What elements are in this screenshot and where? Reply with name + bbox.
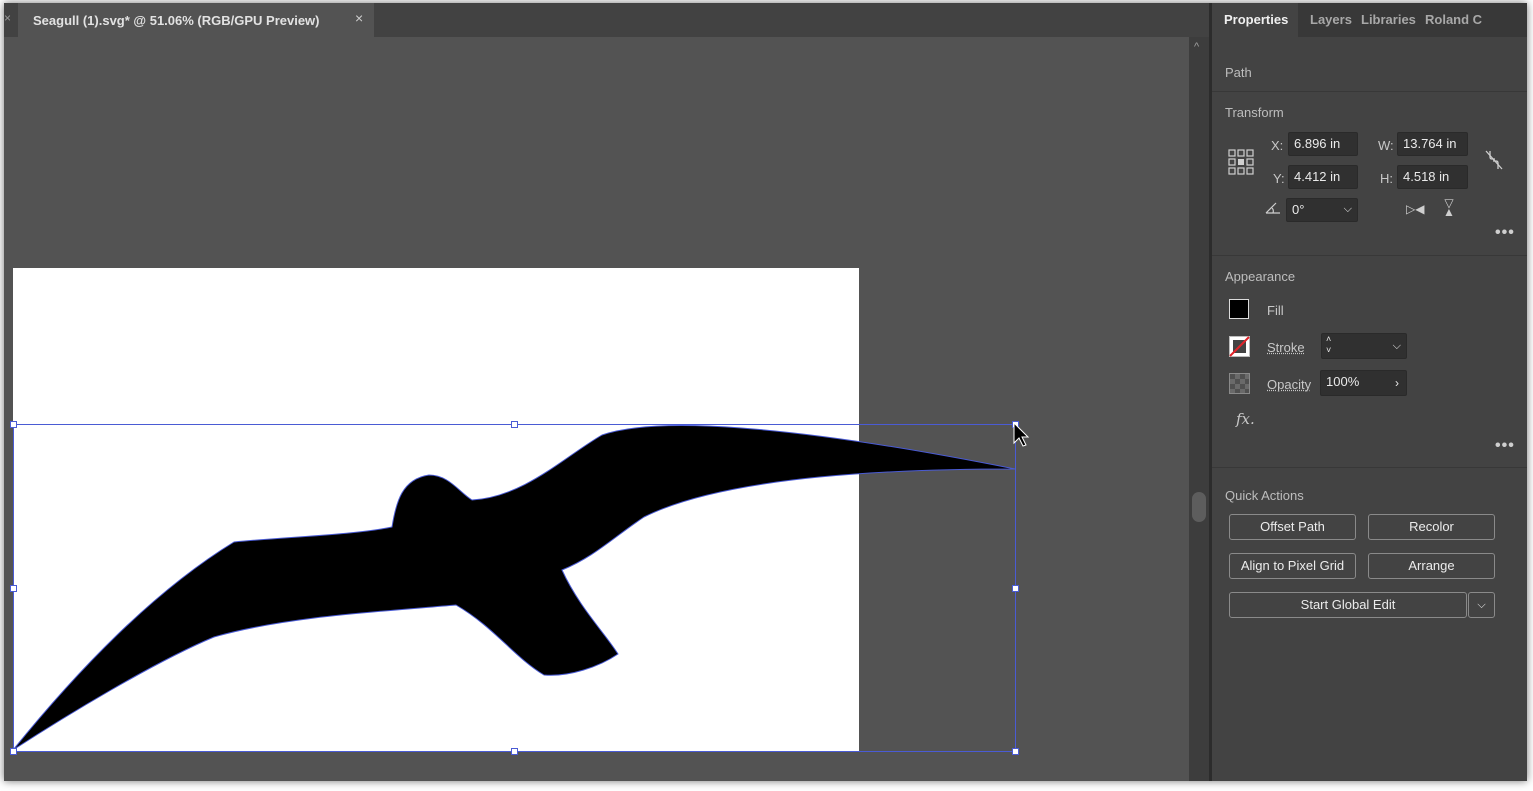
opacity-swatch[interactable]: [1229, 373, 1250, 394]
recolor-button[interactable]: Recolor: [1368, 514, 1495, 540]
h-field[interactable]: 4.518 in: [1397, 165, 1468, 189]
y-label: Y:: [1273, 171, 1285, 186]
stroke-label[interactable]: Stroke: [1267, 340, 1305, 355]
flip-horizontal-icon[interactable]: ▷◀: [1406, 202, 1424, 216]
tab-roland[interactable]: Roland C: [1425, 3, 1482, 37]
tab-libraries[interactable]: Libraries: [1361, 3, 1416, 37]
handle-middle-right: [1012, 585, 1019, 592]
reference-point-icon[interactable]: [1228, 149, 1254, 175]
illustrator-window: × Seagull (1).svg* @ 51.06% (RGB/GPU Pre…: [4, 3, 1527, 781]
start-global-edit-button[interactable]: Start Global Edit: [1229, 592, 1467, 618]
cursor-icon: [1013, 421, 1030, 447]
scrollbar-thumb[interactable]: [1192, 492, 1206, 522]
scroll-up-icon[interactable]: ^: [1194, 41, 1199, 53]
selection-type-label: Path: [1225, 65, 1252, 80]
opacity-label[interactable]: Opacity: [1267, 377, 1311, 392]
rotation-value: 0°: [1292, 202, 1305, 217]
align-to-pixel-grid-button[interactable]: Align to Pixel Grid: [1229, 553, 1356, 579]
stroke-swatch[interactable]: [1229, 336, 1250, 357]
opacity-field[interactable]: 100% ›: [1320, 370, 1407, 396]
more-options-icon[interactable]: •••: [1495, 437, 1515, 455]
x-label: X:: [1271, 138, 1284, 153]
fx-icon[interactable]: fx.: [1236, 410, 1255, 428]
rotation-field[interactable]: 0° ⌵: [1286, 198, 1358, 222]
tab-layers[interactable]: Layers: [1310, 3, 1352, 37]
flip-vertical-icon[interactable]: ▽ ▲: [1443, 197, 1455, 218]
transform-title: Transform: [1225, 105, 1284, 120]
w-label: W:: [1378, 138, 1394, 153]
w-field[interactable]: 13.764 in: [1397, 132, 1468, 156]
handle-top-left: [10, 421, 17, 428]
selection-overlay[interactable]: [4, 37, 1189, 781]
chevron-down-icon[interactable]: ⌵: [1344, 198, 1352, 220]
more-options-icon[interactable]: •••: [1495, 224, 1515, 242]
document-tab[interactable]: Seagull (1).svg* @ 51.06% (RGB/GPU Previ…: [18, 3, 374, 37]
x-field[interactable]: 6.896 in: [1288, 132, 1358, 156]
appearance-title: Appearance: [1225, 269, 1296, 284]
handle-bottom-center: [511, 748, 518, 755]
constrain-proportions-icon[interactable]: [1484, 148, 1504, 172]
stroke-weight-field[interactable]: ˄ ˅ ⌵: [1321, 333, 1407, 359]
stepper-icon[interactable]: ˄ ˅: [1326, 334, 1331, 356]
close-icon[interactable]: ×: [4, 11, 14, 25]
document-tab-bar: × Seagull (1).svg* @ 51.06% (RGB/GPU Pre…: [4, 3, 1209, 37]
rotate-angle-icon: [1265, 202, 1280, 214]
handle-bottom-right: [1012, 748, 1019, 755]
divider: [1212, 255, 1527, 256]
offset-path-button[interactable]: Offset Path: [1229, 514, 1356, 540]
vertical-scrollbar[interactable]: ^: [1189, 37, 1209, 781]
divider: [1212, 91, 1527, 92]
close-tab-icon[interactable]: ×: [355, 10, 363, 26]
divider: [1212, 467, 1527, 468]
chevron-right-icon[interactable]: ›: [1395, 372, 1399, 394]
handle-middle-left: [10, 585, 17, 592]
global-edit-options-dropdown[interactable]: ⌵: [1468, 592, 1495, 618]
fill-swatch[interactable]: [1229, 299, 1249, 319]
arrange-button[interactable]: Arrange: [1368, 553, 1495, 579]
properties-panel: Properties Layers Libraries Roland C Pat…: [1212, 3, 1527, 781]
opacity-value: 100%: [1326, 374, 1360, 389]
chevron-down-icon: ⌵: [1477, 599, 1486, 611]
panel-tabs: Properties Layers Libraries Roland C: [1212, 3, 1527, 37]
handle-top-center: [511, 421, 518, 428]
canvas-area[interactable]: [4, 37, 1189, 781]
chevron-down-icon[interactable]: ⌵: [1393, 335, 1401, 357]
document-tab-title: Seagull (1).svg* @ 51.06% (RGB/GPU Previ…: [33, 13, 320, 28]
quick-actions-title: Quick Actions: [1225, 488, 1304, 503]
handle-bottom-left: [10, 748, 17, 755]
y-field[interactable]: 4.412 in: [1288, 165, 1358, 189]
fill-label: Fill: [1267, 303, 1284, 318]
tab-properties[interactable]: Properties: [1212, 3, 1298, 37]
h-label: H:: [1380, 171, 1393, 186]
seagull-path: [12, 425, 1016, 751]
